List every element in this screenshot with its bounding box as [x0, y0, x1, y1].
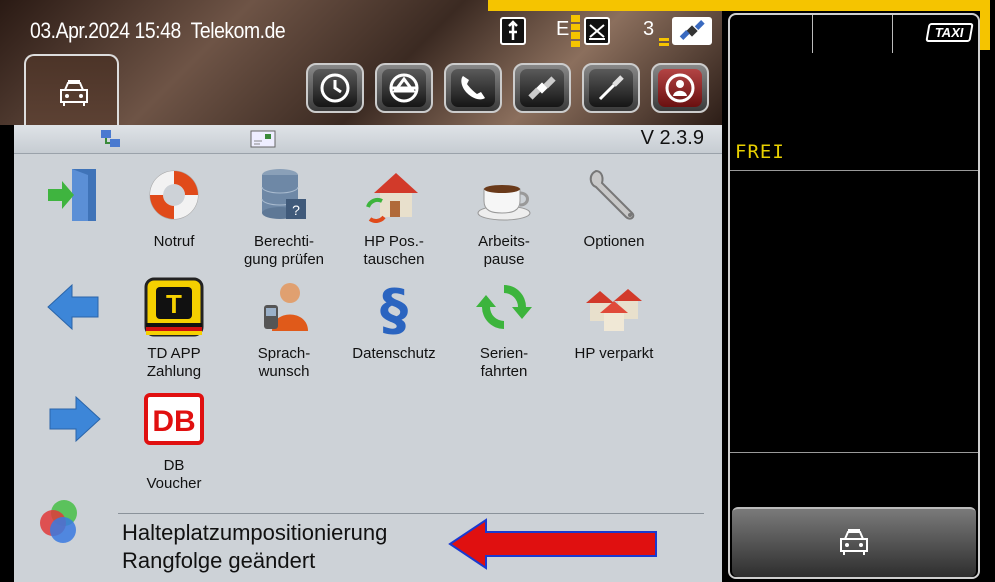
color-circles-icon	[40, 500, 77, 543]
taxi-car-icon	[840, 529, 868, 555]
paragraph-icon: §	[380, 278, 408, 343]
status-label: FREI	[735, 141, 785, 163]
notification-message: Halteplatzumpositionierung Rangfolge geä…	[122, 519, 387, 575]
houses-icon	[586, 289, 642, 331]
satellite-count: 3	[643, 18, 655, 40]
wrench-icon	[589, 169, 635, 220]
arbeitspause-label: Arbeits- pause	[478, 233, 530, 268]
steering-wheel-icon	[389, 73, 419, 103]
clock-icon	[320, 73, 350, 103]
taxi-badge: TAXI	[925, 23, 974, 42]
signal-bars-icon	[571, 15, 580, 47]
top-status-bar: 03.Apr.2024 15:48 Telekom.de E 3	[0, 0, 722, 129]
gps-status-icon	[500, 17, 526, 45]
optionen-button[interactable]: Optionen	[564, 163, 664, 251]
datenschutz-label: Datenschutz	[352, 345, 436, 362]
network-type-label: E	[556, 18, 570, 40]
highlight-bar	[488, 0, 990, 11]
satellite-dish-icon	[584, 17, 610, 45]
satellite-icon	[672, 17, 712, 45]
screwdriver-icon	[598, 75, 624, 101]
db-voucher-button[interactable]: DB DB Voucher	[124, 387, 224, 493]
phone-icon	[461, 76, 485, 100]
lifebuoy-icon	[149, 170, 199, 220]
version-label: V 2.3.9	[640, 127, 704, 149]
hp-pos-label: HP Pos.- tauschen	[363, 233, 425, 268]
house-swap-icon	[366, 173, 418, 223]
svg-text:?: ?	[292, 202, 300, 218]
taxi-meter-button[interactable]	[732, 507, 976, 577]
forward-button[interactable]	[24, 387, 124, 457]
notruf-button[interactable]: Notruf	[124, 163, 224, 251]
menu-panel: V 2.3.9 Notruf ? Berechti- gung prüfen H…	[14, 125, 722, 582]
divider	[892, 15, 893, 53]
user-button[interactable]	[651, 63, 709, 113]
serienfahrten-button[interactable]: Serien- fahrten	[454, 275, 554, 381]
network-name: Telekom.de	[190, 18, 286, 43]
svg-text:T: T	[166, 289, 182, 319]
level-bars-icon	[659, 38, 669, 47]
notruf-label: Notruf	[153, 233, 195, 250]
arrow-left-icon	[47, 283, 99, 331]
network-computers-icon	[101, 130, 120, 147]
svg-text:§: §	[380, 278, 408, 339]
hp-pos-tauschen-button[interactable]: HP Pos.- tauschen	[344, 163, 444, 269]
message-line2: Rangfolge geändert	[122, 548, 316, 573]
arrow-right-icon	[49, 395, 101, 443]
phone-button[interactable]	[444, 63, 502, 113]
optionen-label: Optionen	[583, 233, 645, 250]
satellite-button[interactable]	[513, 63, 571, 113]
hp-verparkt-label: HP verparkt	[574, 345, 654, 362]
exit-button[interactable]	[24, 163, 124, 233]
arbeitspause-button[interactable]: Arbeits- pause	[454, 163, 554, 269]
tab-taxi[interactable]	[24, 54, 119, 129]
divider	[730, 170, 978, 171]
hp-verparkt-button[interactable]: HP verparkt	[564, 275, 664, 363]
steering-button[interactable]	[375, 63, 433, 113]
divider	[812, 15, 813, 53]
divider	[118, 513, 704, 514]
taxi-deutschland-logo-icon: T	[144, 277, 204, 337]
svg-text:DB: DB	[152, 405, 195, 438]
message-card-icon	[250, 130, 276, 148]
recycle-arrows-icon	[476, 285, 532, 329]
sprachwunsch-label: Sprach- wunsch	[257, 345, 311, 380]
tools-button[interactable]	[582, 63, 640, 113]
db-logo-icon: DB	[144, 393, 204, 445]
td-app-label: TD APP Zahlung	[146, 345, 202, 380]
red-arrow-annotation	[448, 518, 657, 570]
coffee-cup-icon	[477, 185, 531, 221]
satellite-icon	[528, 76, 556, 100]
exit-door-icon	[48, 169, 96, 221]
message-line1: Halteplatzumpositionierung	[122, 520, 388, 545]
timer-button[interactable]	[306, 63, 364, 113]
taxi-car-icon	[60, 80, 88, 106]
sprachwunsch-button[interactable]: Sprach- wunsch	[234, 275, 334, 381]
datetime: 03.Apr.2024 15:48 Telekom.de	[30, 18, 286, 43]
user-icon	[665, 73, 695, 103]
datenschutz-button[interactable]: § Datenschutz	[344, 275, 444, 363]
person-phone-icon	[264, 283, 308, 331]
td-app-zahlung-button[interactable]: T TD APP Zahlung	[124, 275, 224, 381]
berechtigung-button[interactable]: ? Berechti- gung prüfen	[234, 163, 334, 269]
db-voucher-label: DB Voucher	[146, 457, 202, 492]
back-button[interactable]	[24, 275, 124, 345]
database-key-icon: ?	[261, 169, 306, 219]
taximeter-panel: TAXI FREI	[728, 13, 980, 579]
menu-header: V 2.3.9	[14, 125, 722, 154]
berechtigung-label: Berechti- gung prüfen	[243, 233, 325, 268]
highlight-bar-right	[980, 0, 990, 50]
serienfahrten-label: Serien- fahrten	[479, 345, 529, 380]
divider	[730, 452, 978, 453]
